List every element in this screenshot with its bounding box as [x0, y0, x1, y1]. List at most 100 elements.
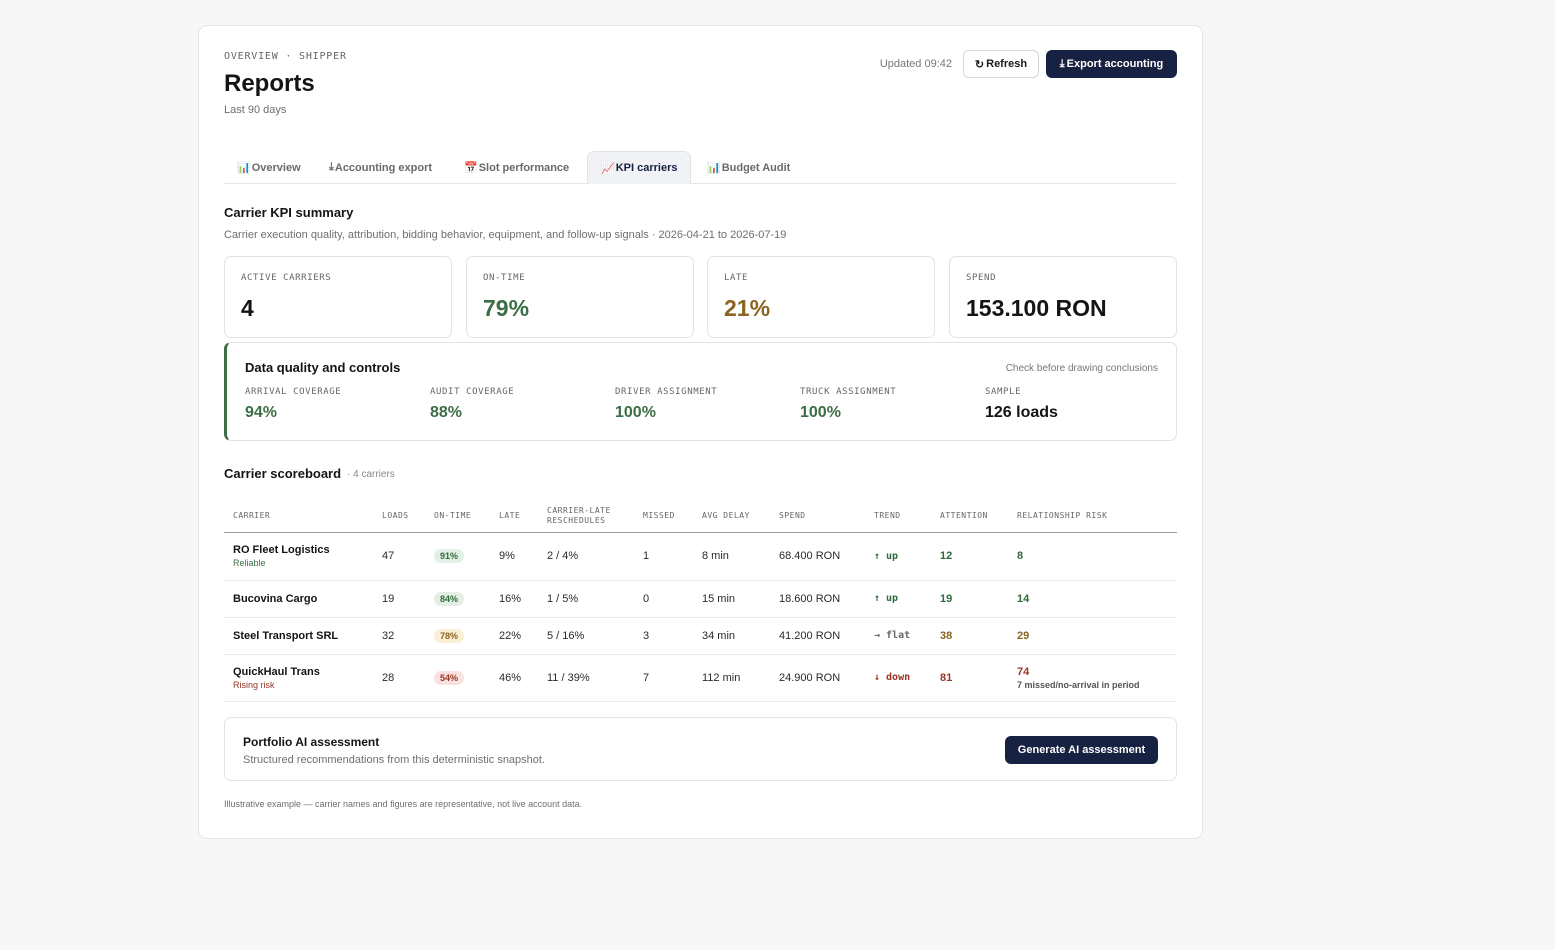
refresh-label: Refresh — [986, 58, 1028, 70]
attention-cell: 19 — [931, 580, 1008, 618]
tab-label: Overview — [251, 161, 301, 174]
column-header[interactable]: LOADS — [373, 500, 425, 533]
updated-timestamp: Updated 09:42 — [879, 58, 952, 70]
tab-kpi-carriers[interactable]: 📈 KPI carriers — [587, 151, 692, 184]
avg-delay-cell: 34 min — [693, 617, 770, 655]
data-quality-panel: Data quality and controls Check before d… — [224, 342, 1177, 441]
kpi-card-on-time: ON-TIME 79% — [466, 256, 694, 338]
section-description: Carrier execution quality, attribution, … — [224, 229, 787, 241]
dq-metric-sample: SAMPLE 126 loads — [985, 387, 1058, 422]
column-header[interactable]: CARRIER-LATE RESCHEDULES — [538, 500, 634, 533]
tab-slot-performance[interactable]: 📅 Slot performance — [451, 151, 582, 184]
avg-delay-cell: 15 min — [693, 580, 770, 618]
risk-cell: 74 7 missed/no-arrival in period — [1008, 654, 1177, 702]
risk-note: 7 missed/no-arrival in period — [1017, 679, 1140, 690]
carrier-scoreboard-table: CARRIER LOADS ON-TIME LATE CARRIER-LATE … — [224, 500, 1177, 702]
table-row[interactable]: Steel Transport SRL 32 78% 22% 5 / 16% 3… — [224, 617, 1177, 655]
attention-cell: 38 — [931, 617, 1008, 655]
kpi-card-late: LATE 21% — [707, 256, 935, 338]
download-icon: ⤓ — [329, 161, 334, 173]
bar-chart-icon: 📊 — [707, 162, 721, 174]
reschedules-cell: 11 / 39% — [538, 654, 634, 702]
kpi-card-active-carriers: ACTIVE CARRIERS 4 — [224, 256, 452, 338]
kpi-value: 79% — [483, 295, 530, 321]
carrier-name[interactable]: Bucovina Cargo — [233, 593, 367, 605]
column-header[interactable]: TREND — [865, 500, 931, 533]
kpi-label: SPEND — [966, 273, 997, 283]
column-header[interactable]: SPEND — [770, 500, 865, 533]
dq-label: DRIVER ASSIGNMENT — [615, 387, 718, 397]
spend-cell: 18.600 RON — [770, 580, 865, 618]
column-header[interactable]: LATE — [490, 500, 538, 533]
bar-chart-icon: 📊 — [237, 162, 251, 174]
kpi-label: ON-TIME — [483, 273, 526, 283]
column-header[interactable]: ATTENTION — [931, 500, 1008, 533]
data-quality-title: Data quality and controls — [245, 360, 401, 375]
late-cell: 22% — [490, 617, 538, 655]
footnote: Illustrative example — carrier names and… — [224, 799, 583, 809]
trend-cell: → flat — [865, 617, 931, 655]
column-header[interactable]: MISSED — [634, 500, 693, 533]
ai-assessment-title: Portfolio AI assessment — [243, 735, 380, 749]
column-header[interactable]: CARRIER — [224, 500, 373, 533]
tab-label: KPI carriers — [615, 162, 678, 174]
avg-delay-cell: 8 min — [693, 532, 770, 581]
report-tabs: 📊 Overview ⤓ Accounting export 📅 Slot perfo… — [224, 151, 1177, 184]
dq-label: TRUCK ASSIGNMENT — [800, 387, 897, 397]
risk-cell: 8 — [1008, 532, 1177, 581]
scoreboard-count: · 4 carriers — [347, 469, 395, 480]
attention-cell: 12 — [931, 532, 1008, 581]
tab-overview[interactable]: 📊 Overview — [224, 151, 314, 184]
export-accounting-button[interactable]: ⤓ Export accounting — [1046, 50, 1177, 78]
tab-label: Budget Audit — [721, 161, 791, 174]
kpi-label: LATE — [724, 273, 749, 283]
loads-cell: 47 — [373, 532, 425, 581]
on-time-badge: 54% — [434, 670, 465, 685]
dq-label: SAMPLE — [985, 387, 1022, 397]
tab-budget-audit[interactable]: 📊 Budget Audit — [694, 151, 803, 184]
table-row[interactable]: RO Fleet Logistics Reliable 47 91% 9% 2 … — [224, 532, 1177, 581]
trend-cell: ↓ down — [865, 654, 931, 702]
column-header[interactable]: ON-TIME — [425, 500, 490, 533]
dq-label: AUDIT COVERAGE — [430, 387, 515, 397]
section-title: Carrier KPI summary — [224, 205, 354, 220]
loads-cell: 28 — [373, 654, 425, 702]
carrier-name[interactable]: Steel Transport SRL — [233, 630, 367, 642]
spend-cell: 24.900 RON — [770, 654, 865, 702]
generate-ai-assessment-button[interactable]: Generate AI assessment — [1005, 736, 1158, 764]
risk-cell: 29 — [1008, 617, 1177, 655]
loads-cell: 19 — [373, 580, 425, 618]
avg-delay-cell: 112 min — [693, 654, 770, 702]
on-time-badge: 78% — [434, 628, 465, 643]
data-quality-note: Check before drawing conclusions — [1005, 363, 1158, 374]
carrier-cell: RO Fleet Logistics Reliable — [224, 532, 373, 581]
tab-accounting-export[interactable]: ⤓ Accounting export — [316, 151, 445, 184]
reschedules-cell: 5 / 16% — [538, 617, 634, 655]
table-row[interactable]: QuickHaul Trans Rising risk 28 54% 46% 1… — [224, 654, 1177, 702]
column-header[interactable]: RELATIONSHIP RISK — [1008, 500, 1177, 533]
late-cell: 46% — [490, 654, 538, 702]
refresh-icon: ↻ — [974, 58, 985, 71]
tab-label: Accounting export — [334, 161, 433, 174]
dq-value: 94% — [245, 404, 278, 421]
dq-value: 100% — [615, 404, 656, 421]
breadcrumb: OVERVIEW · SHIPPER — [224, 51, 347, 62]
reschedules-cell: 2 / 4% — [538, 532, 634, 581]
missed-cell: 0 — [634, 580, 693, 618]
calendar-icon: 📅 — [464, 162, 478, 174]
carrier-cell: QuickHaul Trans Rising risk — [224, 654, 373, 702]
refresh-button[interactable]: ↻ Refresh — [963, 50, 1039, 78]
carrier-name[interactable]: RO Fleet Logistics — [233, 544, 367, 556]
carrier-name[interactable]: QuickHaul Trans — [233, 666, 367, 678]
spend-cell: 41.200 RON — [770, 617, 865, 655]
ai-assessment-description: Structured recommendations from this det… — [243, 754, 546, 766]
page-title: Reports — [224, 70, 315, 97]
attention-cell: 81 — [931, 654, 1008, 702]
column-header[interactable]: AVG DELAY — [693, 500, 770, 533]
tab-label: Slot performance — [478, 161, 570, 174]
carrier-cell: Steel Transport SRL — [224, 617, 373, 655]
dq-label: ARRIVAL COVERAGE — [245, 387, 342, 397]
missed-cell: 7 — [634, 654, 693, 702]
table-row[interactable]: Bucovina Cargo 19 84% 16% 1 / 5% 0 15 mi… — [224, 580, 1177, 618]
table-header-row: CARRIER LOADS ON-TIME LATE CARRIER-LATE … — [224, 500, 1177, 533]
